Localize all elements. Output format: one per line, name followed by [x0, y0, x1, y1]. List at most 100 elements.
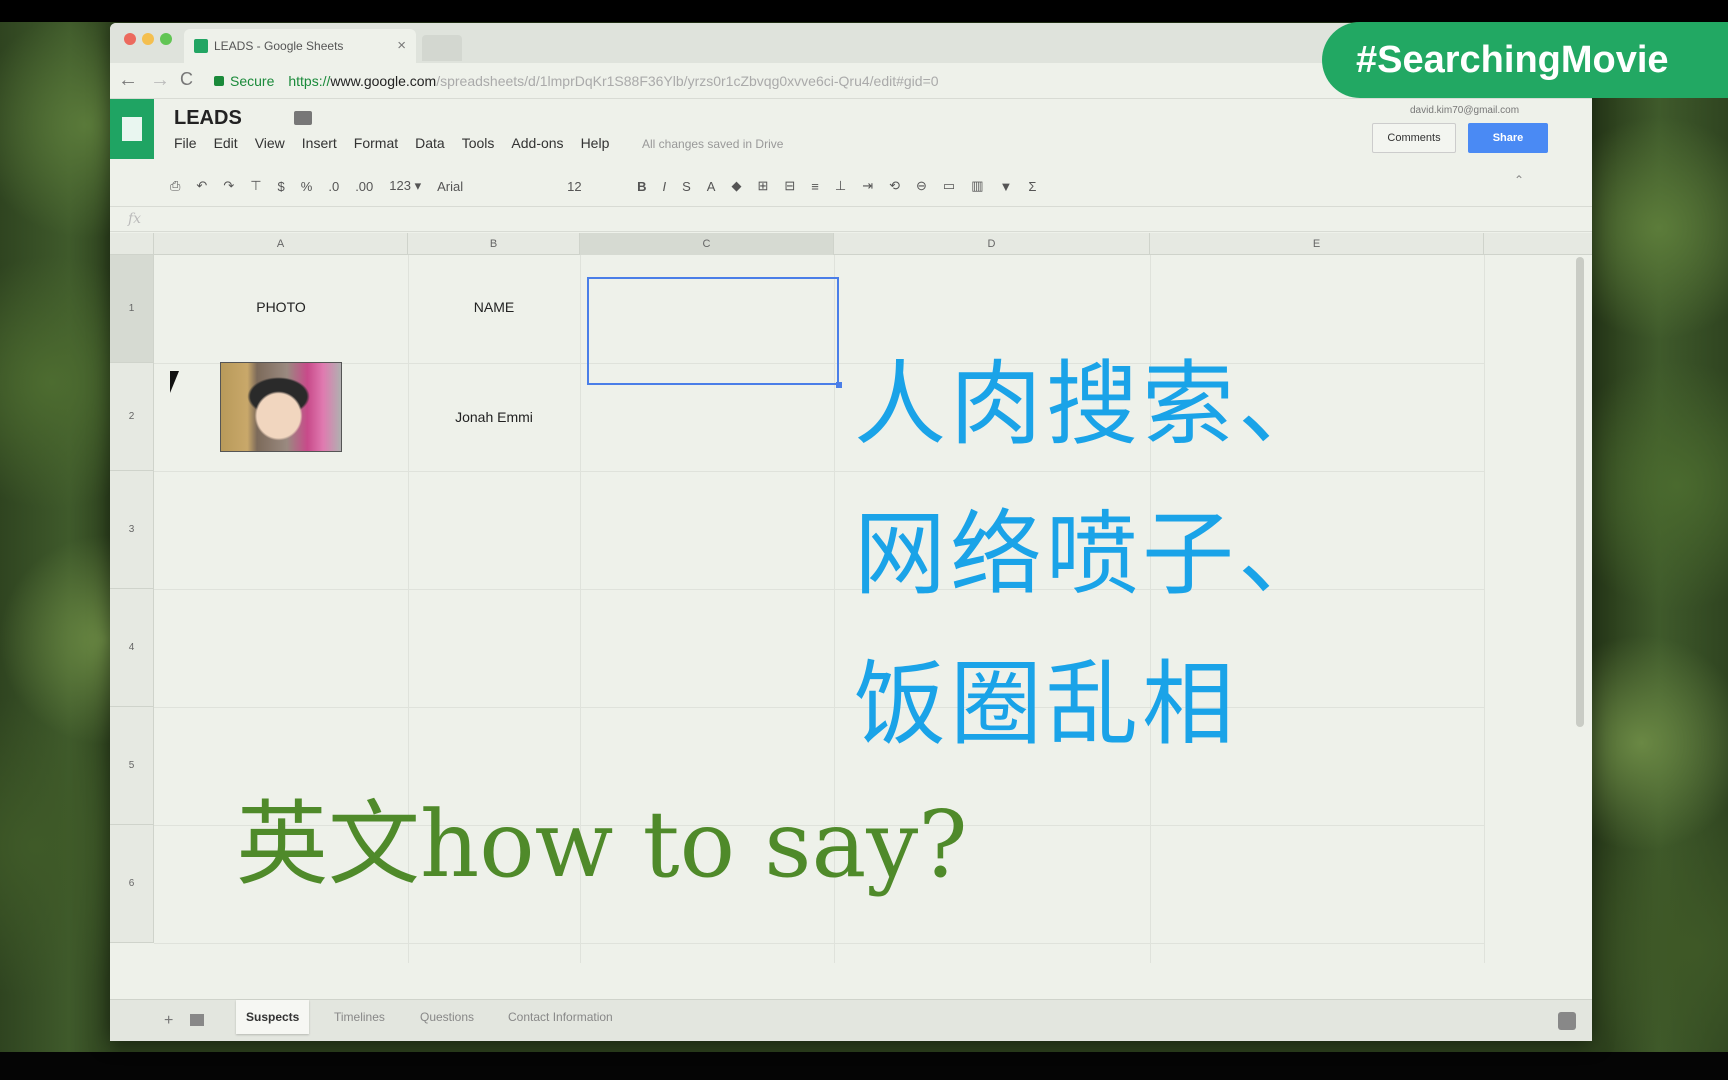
grid-line [154, 707, 1484, 708]
menu-help[interactable]: Help [581, 135, 610, 151]
column-header-e[interactable]: E [1150, 233, 1484, 255]
decrease-decimal-button[interactable]: .0 [328, 179, 339, 194]
mouse-cursor-icon [170, 371, 179, 393]
number-format-dropdown[interactable]: 123 ▾ [389, 178, 421, 194]
menu-insert[interactable]: Insert [302, 135, 337, 151]
user-email[interactable]: david.kim70@gmail.com [1410, 105, 1519, 116]
grid-line [1484, 255, 1485, 963]
caption-chinese-line-1: 人肉搜索、 [854, 351, 1335, 458]
menu-edit[interactable]: Edit [214, 135, 238, 151]
menu-format[interactable]: Format [354, 135, 398, 151]
vertical-align-icon[interactable]: ⊥ [835, 178, 846, 194]
caption-chinese-line-3: 饭圈乱相 [854, 651, 1239, 758]
minimize-window-button[interactable] [142, 33, 154, 45]
sheet-tab-contact-information[interactable]: Contact Information [498, 1000, 623, 1034]
browser-tab[interactable]: LEADS - Google Sheets × [184, 29, 416, 63]
bold-button[interactable]: B [637, 179, 646, 194]
lock-icon [214, 76, 224, 86]
increase-decimal-button[interactable]: .00 [355, 179, 373, 194]
column-header-d[interactable]: D [834, 233, 1150, 255]
cell-b1[interactable]: NAME [408, 299, 580, 315]
filter-icon[interactable]: ▼ [1000, 179, 1013, 194]
column-header-a[interactable]: A [154, 233, 408, 255]
column-header-b[interactable]: B [408, 233, 580, 255]
share-button[interactable]: Share [1468, 123, 1548, 153]
cell-b2[interactable]: Jonah Emmi [408, 409, 580, 425]
add-sheet-icon[interactable]: + [164, 1012, 173, 1030]
insert-chart-icon[interactable]: ▥ [971, 178, 983, 194]
fx-icon: fx [128, 211, 142, 227]
insert-link-icon[interactable]: ⊖ [916, 178, 927, 194]
sheet-tab-timelines[interactable]: Timelines [324, 1000, 395, 1034]
menu-tools[interactable]: Tools [462, 135, 495, 151]
row-header-4[interactable]: 4 [110, 589, 154, 707]
sheet-tab-suspects[interactable]: Suspects [236, 1000, 310, 1034]
font-dropdown[interactable]: Arial [437, 179, 537, 194]
text-wrap-icon[interactable]: ⇥ [862, 178, 873, 194]
row-header-6[interactable]: 6 [110, 825, 154, 943]
back-icon[interactable]: ← [118, 69, 138, 92]
font-size-dropdown[interactable]: 12 [567, 179, 617, 194]
url-host: www.google.com [330, 73, 437, 89]
explore-icon[interactable] [1558, 1012, 1576, 1030]
grid-line [154, 943, 1484, 944]
tab-close-icon[interactable]: × [397, 37, 406, 54]
all-sheets-icon[interactable] [190, 1014, 204, 1026]
row-header-5[interactable]: 5 [110, 707, 154, 825]
sheet-tabs-bar: + Suspects Timelines Questions Contact I… [110, 999, 1592, 1041]
reload-icon[interactable]: C [180, 69, 193, 90]
functions-icon[interactable]: Σ [1028, 179, 1036, 194]
menu-bar: File Edit View Insert Format Data Tools … [174, 135, 626, 151]
merge-cells-icon[interactable]: ⊟ [784, 178, 795, 194]
grid-line [154, 471, 1484, 472]
maximize-window-button[interactable] [160, 33, 172, 45]
caption-english: 英文how to say? [236, 791, 968, 898]
hashtag-badge: #SearchingMovie [1322, 22, 1728, 98]
url-protocol: https:// [288, 73, 331, 89]
horizontal-align-icon[interactable]: ≡ [811, 179, 819, 194]
forward-icon[interactable]: → [150, 69, 170, 92]
caption-chinese-line-2: 网络喷子、 [854, 501, 1335, 608]
currency-button[interactable]: $ [278, 179, 285, 194]
select-all-corner[interactable] [110, 233, 154, 255]
formatting-toolbar: ⎙ ↶ ↷ ⊤ $ % .0 .00 123 ▾ Arial 12 B I S … [170, 169, 1550, 203]
document-title[interactable]: LEADS [174, 107, 242, 130]
folder-icon[interactable] [294, 111, 312, 125]
text-color-button[interactable]: A [707, 179, 716, 194]
url-input[interactable]: Secure https:// www.google.com /spreadsh… [214, 69, 1174, 93]
print-icon[interactable]: ⎙ [170, 178, 180, 194]
column-header-c[interactable]: C [580, 233, 834, 255]
strikethrough-button[interactable]: S [682, 179, 691, 194]
save-status[interactable]: All changes saved in Drive [642, 137, 783, 151]
comments-button[interactable]: Comments [1372, 123, 1456, 153]
sheets-favicon-icon [194, 39, 208, 53]
menu-data[interactable]: Data [415, 135, 445, 151]
percent-button[interactable]: % [301, 179, 313, 194]
redo-icon[interactable]: ↷ [223, 178, 234, 194]
vertical-scrollbar[interactable] [1576, 257, 1584, 727]
borders-icon[interactable]: ⊞ [757, 178, 768, 194]
cell-a1[interactable]: PHOTO [154, 299, 408, 315]
row-header-3[interactable]: 3 [110, 471, 154, 589]
menu-view[interactable]: View [255, 135, 285, 151]
cell-a2-photo[interactable] [220, 362, 342, 452]
sheets-logo-icon[interactable] [110, 99, 154, 159]
close-window-button[interactable] [124, 33, 136, 45]
selected-cell-c1[interactable] [587, 277, 839, 385]
text-rotation-icon[interactable]: ⟲ [889, 178, 900, 194]
insert-comment-icon[interactable]: ▭ [943, 178, 955, 194]
collapse-toolbar-icon[interactable]: ⌃ [1514, 173, 1524, 187]
sheet-tab-questions[interactable]: Questions [410, 1000, 484, 1034]
italic-button[interactable]: I [662, 179, 666, 194]
row-header-1[interactable]: 1 [110, 255, 154, 363]
url-path: /spreadsheets/d/1lmprDqKr1S88F36Ylb/yrzs… [436, 73, 939, 89]
formula-bar[interactable]: fx [110, 206, 1592, 232]
undo-icon[interactable]: ↶ [196, 178, 207, 194]
menu-file[interactable]: File [174, 135, 197, 151]
menu-addons[interactable]: Add-ons [511, 135, 563, 151]
fill-handle[interactable] [836, 382, 842, 388]
new-tab-button[interactable] [422, 35, 462, 61]
paint-format-icon[interactable]: ⊤ [250, 178, 261, 194]
fill-color-icon[interactable]: ◆ [731, 178, 741, 194]
row-header-2[interactable]: 2 [110, 363, 154, 471]
